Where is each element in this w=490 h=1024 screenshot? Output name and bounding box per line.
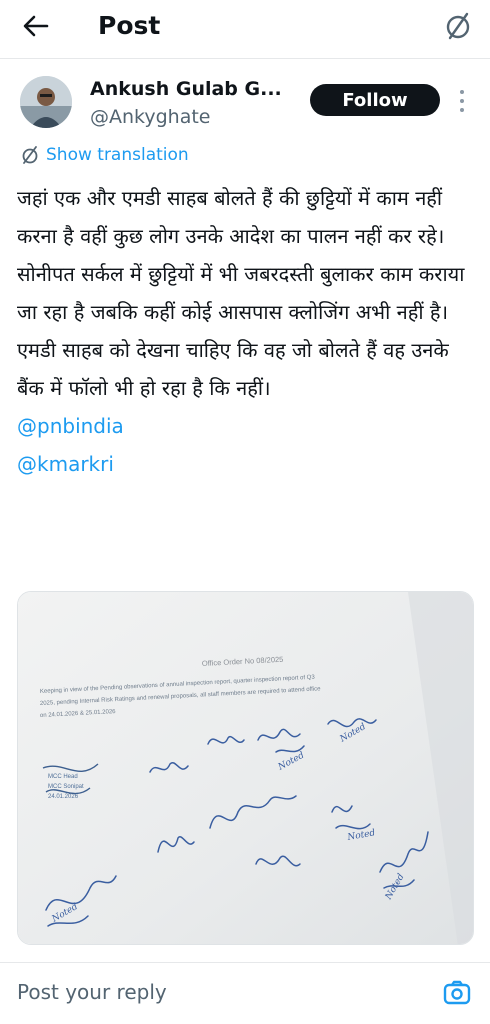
page-title: Post <box>98 11 161 40</box>
translate-icon <box>22 146 38 164</box>
header-divider <box>0 58 490 59</box>
reply-input[interactable]: Post your reply <box>17 978 167 1006</box>
post-image[interactable]: Office Order No 08/2025 Keeping in view … <box>17 591 474 945</box>
show-translation-label: Show translation <box>46 145 189 165</box>
stamp-line: MCC Sonipat <box>48 784 84 790</box>
office-order-photo: Office Order No 08/2025 Keeping in view … <box>18 592 473 944</box>
post-paragraph: एमडी साहब को देखना चाहिए कि वह जो बोलते … <box>17 338 449 400</box>
mention-link[interactable]: @pnbindia <box>17 407 481 445</box>
translate-off-icon <box>446 12 470 40</box>
reply-bar: Post your reply <box>0 964 490 1024</box>
avatar[interactable] <box>20 76 72 128</box>
more-dot-icon <box>460 90 464 94</box>
back-button[interactable] <box>18 10 54 42</box>
more-options-button[interactable] <box>452 86 472 116</box>
author-name[interactable]: Ankush Gulab G... <box>90 77 282 101</box>
translate-toggle-button[interactable] <box>440 8 476 44</box>
stamp-line: 24.01.2026 <box>48 794 79 800</box>
camera-icon <box>443 980 471 1005</box>
author-handle[interactable]: @Ankyghate <box>90 105 211 129</box>
follow-button[interactable]: Follow <box>310 84 440 116</box>
post-paragraph: सोनीपत सर्कल में छुट्टियों में भी जबरदस्… <box>17 262 465 324</box>
arrow-left-icon <box>23 15 49 37</box>
reply-divider <box>0 962 490 963</box>
top-bar: Post <box>0 0 490 56</box>
more-dot-icon <box>460 99 464 103</box>
avatar-image <box>20 76 72 128</box>
show-translation-link[interactable]: Show translation <box>20 144 189 166</box>
more-dot-icon <box>460 108 464 112</box>
post-paragraph: जहां एक और एमडी साहब बोलते हैं की छुट्टि… <box>17 186 445 248</box>
post-text: जहां एक और एमडी साहब बोलते हैं की छुट्टि… <box>17 179 481 483</box>
stamp-line: MCC Head <box>48 774 78 780</box>
camera-button[interactable] <box>440 976 474 1010</box>
mention-link[interactable]: @kmarkri <box>17 445 481 483</box>
